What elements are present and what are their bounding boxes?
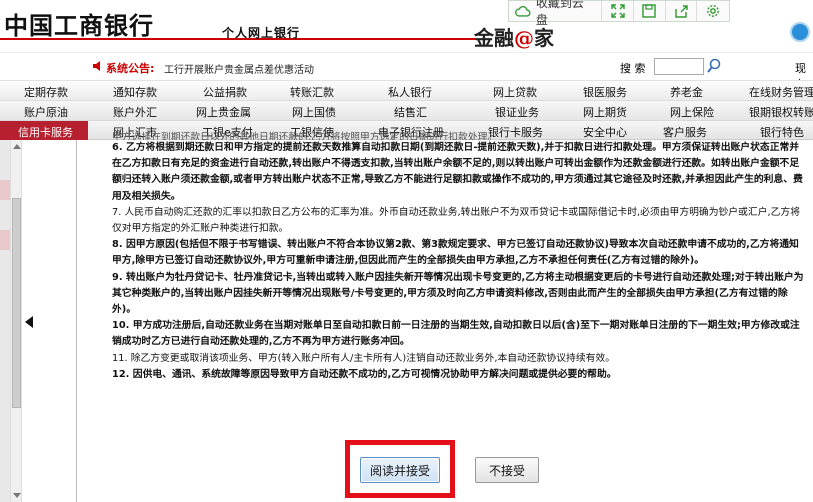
left-side-strip xyxy=(0,140,10,502)
menu-item[interactable]: 私人银行 xyxy=(388,84,432,100)
brand-prefix: 金融 xyxy=(474,26,514,50)
gear-icon xyxy=(707,5,720,17)
cloud-icon xyxy=(515,6,531,17)
scroll-up-icon[interactable] xyxy=(13,144,21,149)
save-button[interactable] xyxy=(634,1,666,21)
menu-item[interactable]: 网上期货 xyxy=(583,104,627,120)
scroll-down-icon[interactable] xyxy=(13,493,21,498)
menu-item[interactable]: 结售汇 xyxy=(394,104,427,120)
cloud-toolbar: 收藏到云盘 xyxy=(508,0,730,27)
menu-item[interactable]: 公益捐款 xyxy=(203,84,247,100)
menu-row-2: 账户原油 账户外汇 网上贵金属 网上国债 结售汇 银证业务 网上期货 网上保险 … xyxy=(0,100,813,120)
search-label: 搜 索 xyxy=(620,62,646,75)
expand-icon xyxy=(610,4,625,18)
save-to-cloud-button[interactable]: 收藏到云盘 xyxy=(509,0,603,27)
fullscreen-button[interactable] xyxy=(602,1,634,21)
search-input[interactable] xyxy=(654,58,704,75)
clause-10: 10. 甲方成功注册后,自动还款业务在当期对账单日至自动扣款日前一日注册的当期生… xyxy=(112,320,800,348)
globe-icon[interactable] xyxy=(790,22,810,42)
menu-item[interactable]: 转账汇款 xyxy=(290,84,334,100)
save-icon xyxy=(642,4,656,18)
menu-item[interactable]: 养老金 xyxy=(670,84,703,100)
content-divider xyxy=(76,140,77,502)
clause-9: 9. 转出账户为牡丹贷记卡、牡丹准贷记卡,当转出或转入账户因挂失新开等情况出现卡… xyxy=(112,271,804,316)
menu-item[interactable]: 银医服务 xyxy=(583,84,627,100)
menu-item[interactable]: 银证业务 xyxy=(495,104,539,120)
speaker-icon xyxy=(93,61,100,71)
search-icon[interactable] xyxy=(706,58,722,74)
announcement-label: 系统公告: xyxy=(106,62,155,75)
menu-item[interactable]: 网上国债 xyxy=(292,104,336,120)
share-button[interactable] xyxy=(666,1,698,21)
accept-button[interactable]: 阅读并接受 xyxy=(360,457,440,483)
announcement-text[interactable]: 工行开展账户贵金属点差优惠活动 xyxy=(164,61,314,76)
settings-button[interactable] xyxy=(697,1,729,21)
clause-11: 11. 除乙方变更或取消该项业务、甲方(转入账户所有人/主卡所有人)注销自动还款… xyxy=(112,352,616,364)
collapse-left-icon[interactable] xyxy=(25,316,33,328)
menu-item[interactable]: 账户原油 xyxy=(24,104,68,120)
header: 中国工商银行 个人网上银行 金融@家 收藏到云盘 xyxy=(0,0,813,52)
site-subtitle: 个人网上银行 xyxy=(222,26,301,40)
menu-item[interactable]: 银期银权转账 xyxy=(749,104,813,120)
menu-item[interactable]: 网上贵金属 xyxy=(196,104,251,120)
menu-row-1: 定期存款 通知存款 公益捐款 转账汇款 私人银行 网上贷款 银医服务 养老金 在… xyxy=(0,80,813,100)
menu-item[interactable]: 账户外汇 xyxy=(113,104,157,120)
bank-logo[interactable]: 中国工商银行 xyxy=(4,6,154,41)
menu-item[interactable]: 在线财务管理 xyxy=(749,84,813,100)
brand-suffix: 家 xyxy=(534,26,554,50)
clause-12: 12. 因供电、通讯、系统故障等原因导致甲方自动还款不成功的,乙方可视情况协助甲… xyxy=(112,368,617,380)
share-icon xyxy=(675,5,688,18)
brand-at: @ xyxy=(514,26,534,50)
menu-item[interactable]: 网上保险 xyxy=(670,104,714,120)
menu-item-label: 信用卡服务 xyxy=(18,126,73,139)
menu-item[interactable]: 通知存款 xyxy=(113,84,157,100)
menu-item-credit-card-active[interactable]: 信用卡服务 xyxy=(0,121,88,140)
side-tab[interactable] xyxy=(0,230,10,250)
menu-item[interactable]: 网上贷款 xyxy=(493,84,537,100)
announcement-bar: 系统公告: 工行开展账户贵金属点差优惠活动 搜 索 现在 xyxy=(0,52,813,91)
clause-7: 7. 人民币自动购汇还款的汇率以扣款日乙方公布的汇率为准。外币自动还款业务,转出… xyxy=(112,206,800,235)
menu-item[interactable]: 定期存款 xyxy=(24,84,68,100)
clause-6: 6. 乙方将根据到期还款日和甲方指定的提前还款天数推算自动扣款日期(到期还款日-… xyxy=(112,142,803,202)
clipped-paragraph: 甲方选择在到期还款日以外的其他日期还款的,乙方将按照甲方选定的日期进行扣款处理。 xyxy=(112,132,498,140)
reject-button[interactable]: 不接受 xyxy=(475,457,539,483)
clause-8: 8. 因甲方原因(包括但不限于书写错误、转出账户不符合本协议第2款、第3款规定要… xyxy=(112,239,799,267)
side-tab[interactable] xyxy=(0,180,10,200)
save-to-cloud-label: 收藏到云盘 xyxy=(535,0,584,27)
agreement-text: 甲方选择在到期还款日以外的其他日期还款的,乙方将按照甲方选定的日期进行扣款处理。… xyxy=(112,130,808,420)
vertical-scrollbar[interactable] xyxy=(10,140,22,502)
scrollbar-thumb[interactable] xyxy=(12,198,21,408)
